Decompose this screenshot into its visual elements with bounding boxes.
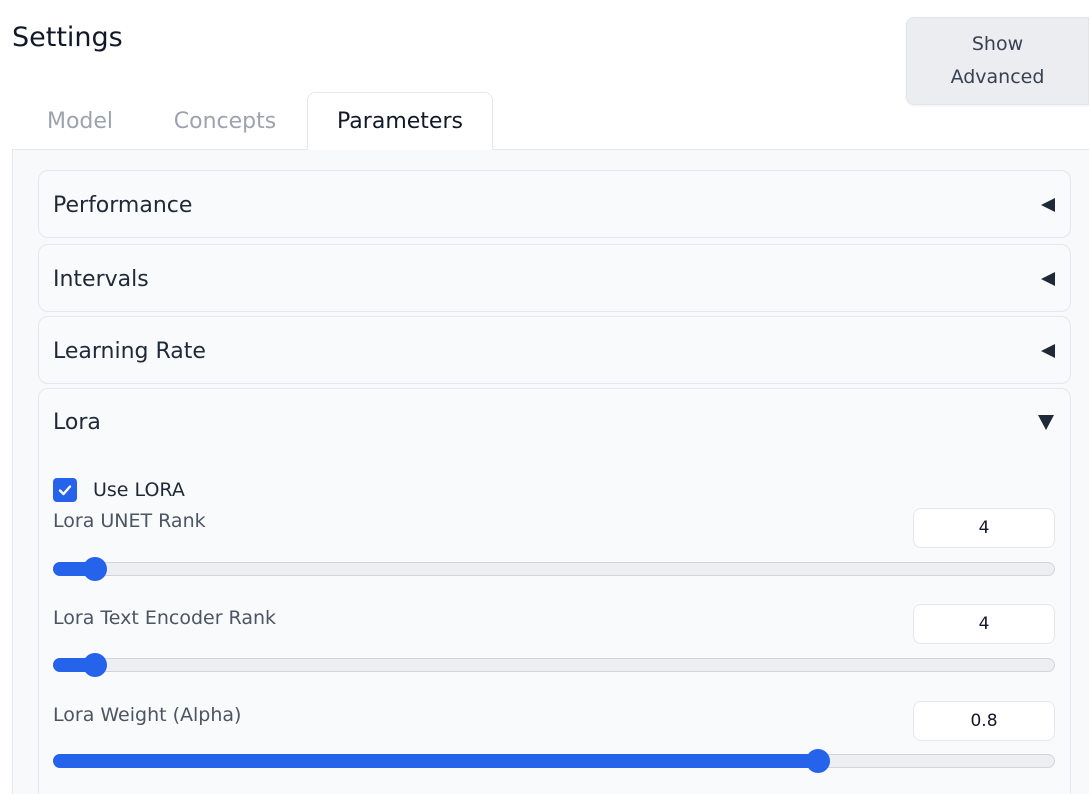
text-encoder-rank-slider[interactable] xyxy=(53,653,1055,677)
lora-weight-slider-thumb[interactable] xyxy=(806,749,830,773)
caret-down-icon xyxy=(1038,415,1054,430)
caret-left-icon xyxy=(1041,198,1055,212)
caret-left-icon xyxy=(1041,344,1055,358)
unet-rank-slider-thumb[interactable] xyxy=(83,557,107,581)
page-title: Settings xyxy=(12,22,123,53)
unet-rank-input[interactable] xyxy=(913,508,1055,548)
use-lora-checkbox[interactable] xyxy=(53,478,77,502)
use-lora-label: Use LORA xyxy=(93,479,185,501)
text-encoder-rank-label: Lora Text Encoder Rank xyxy=(53,607,277,629)
accordion-performance[interactable]: Performance xyxy=(38,170,1071,238)
accordion-lora-header[interactable]: Lora xyxy=(39,389,1070,455)
unet-rank-label: Lora UNET Rank xyxy=(53,510,206,532)
accordion-performance-label: Performance xyxy=(53,192,193,218)
tab-parameters[interactable]: Parameters xyxy=(307,92,493,150)
tab-concepts[interactable]: Concepts xyxy=(150,92,300,150)
lora-weight-slider-fill xyxy=(53,754,818,768)
lora-weight-slider[interactable] xyxy=(53,749,1055,773)
lora-weight-input[interactable] xyxy=(913,701,1055,741)
accordion-learning-rate[interactable]: Learning Rate xyxy=(38,316,1071,384)
accordion-lora-label: Lora xyxy=(53,409,101,435)
unet-rank-slider[interactable] xyxy=(53,557,1055,581)
caret-left-icon xyxy=(1041,272,1055,286)
text-encoder-rank-input[interactable] xyxy=(913,604,1055,644)
accordion-intervals-label: Intervals xyxy=(53,266,149,292)
accordion-intervals[interactable]: Intervals xyxy=(38,244,1071,312)
checkmark-icon xyxy=(58,485,72,496)
accordion-learning-rate-label: Learning Rate xyxy=(53,338,206,364)
tab-bar: Model Concepts Parameters xyxy=(0,92,1089,150)
tab-model[interactable]: Model xyxy=(24,92,136,150)
text-encoder-rank-slider-thumb[interactable] xyxy=(83,653,107,677)
lora-weight-label: Lora Weight (Alpha) xyxy=(53,704,242,726)
